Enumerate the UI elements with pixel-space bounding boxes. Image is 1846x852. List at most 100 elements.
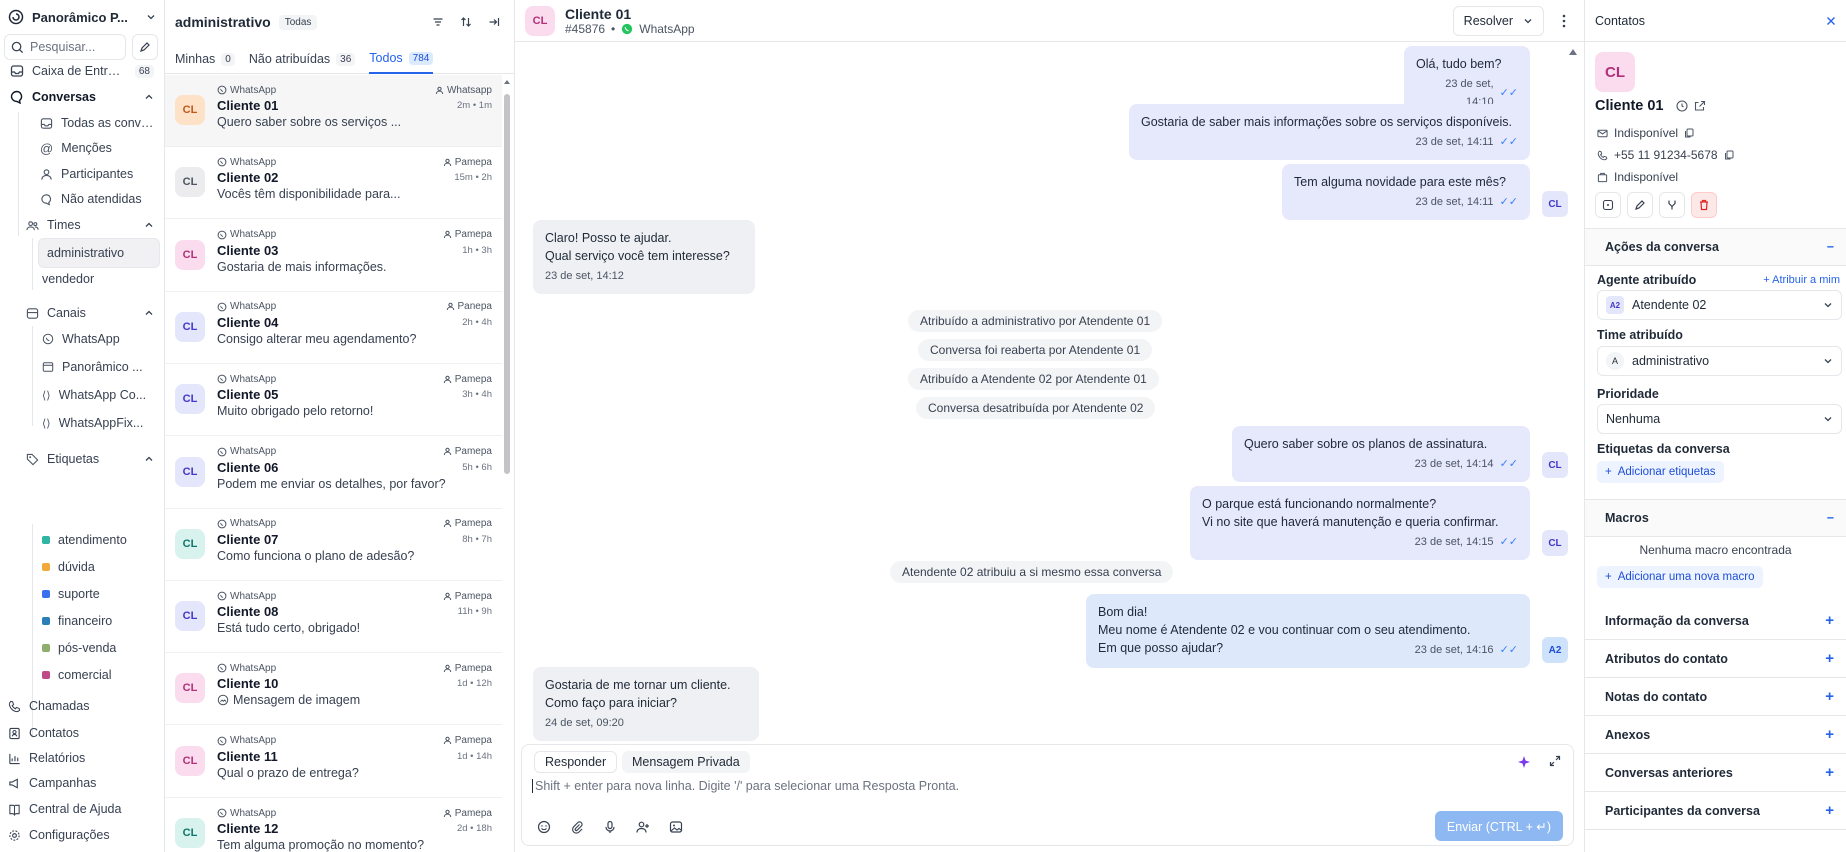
tab-all[interactable]: Todos 784 — [369, 44, 434, 74]
conversation-item[interactable]: CL WhatsApp Pamepa Cliente 12 2d • 18h Tem al… — [165, 798, 502, 852]
sidebar-item-channel-whatsapp[interactable]: WhatsApp — [38, 326, 158, 352]
merge-contact-button[interactable] — [1659, 192, 1685, 218]
compose-button[interactable] — [132, 34, 158, 60]
edit-contact-button[interactable] — [1627, 192, 1653, 218]
user-icon — [443, 736, 452, 745]
user-icon — [443, 230, 452, 239]
sidebar-item-label-0[interactable]: atendimento — [38, 527, 158, 553]
sidebar-item-contacts[interactable]: Contatos — [4, 720, 158, 746]
sidebar-item-team-administrativo[interactable]: administrativo — [38, 238, 160, 268]
search-input[interactable]: Pesquisar... — [4, 34, 126, 60]
tab-reply[interactable]: Responder — [534, 751, 618, 773]
filter-icon[interactable] — [428, 12, 448, 32]
image-icon[interactable] — [666, 817, 686, 837]
sidebar-item-label-3[interactable]: financeiro — [38, 608, 158, 634]
copy-icon[interactable] — [1724, 150, 1734, 160]
add-tags-button[interactable]: + Adicionar etiquetas — [1597, 461, 1724, 483]
status-filter-badge[interactable]: Todas — [278, 14, 318, 30]
avatar: CL — [175, 528, 205, 559]
section-collapsed[interactable]: Notas do contato + — [1585, 678, 1846, 716]
sidebar-item-reports[interactable]: Relatórios — [4, 745, 158, 771]
section-collapsed[interactable]: Anexos + — [1585, 716, 1846, 754]
sidebar-item-teams[interactable]: Times — [22, 212, 158, 238]
priority-select[interactable]: Nenhuma — [1597, 404, 1842, 434]
copy-icon[interactable] — [1684, 128, 1694, 138]
collapse-icon[interactable] — [484, 12, 504, 32]
agent-select[interactable]: A2 Atendente 02 — [1597, 290, 1842, 320]
conversation-item[interactable]: CL WhatsApp Panepa Cliente 04 2h • 4h Consigo… — [165, 292, 502, 364]
list-scrollbar[interactable] — [503, 78, 511, 474]
ai-sparkle-icon[interactable] — [1517, 755, 1531, 769]
conversation-item[interactable]: CL WhatsApp Pamepa Cliente 05 3h • 4h Muito o… — [165, 364, 502, 437]
close-icon[interactable] — [1826, 16, 1836, 26]
tab-mine[interactable]: Minhas 0 — [175, 44, 235, 74]
sidebar-item-label-1[interactable]: dúvida — [38, 554, 158, 580]
emoji-icon[interactable] — [534, 817, 554, 837]
add-macro-button[interactable]: + Adicionar uma nova macro — [1597, 566, 1763, 588]
sidebar-item-participants[interactable]: Participantes — [36, 161, 158, 187]
sidebar-item-conversations[interactable]: Conversas — [6, 84, 158, 110]
sidebar-item-channels[interactable]: Canais — [22, 300, 158, 326]
conversation-item[interactable]: CL WhatsApp Pamepa Cliente 02 15m • 2h Vocês … — [165, 147, 502, 220]
conversation-item[interactable]: CL WhatsApp Pamepa Cliente 08 11h • 9h Está t… — [165, 581, 502, 654]
add-user-icon[interactable] — [633, 817, 653, 837]
sidebar-item-label-4[interactable]: pós-venda — [38, 635, 158, 661]
conversation-item[interactable]: CL WhatsApp Pamepa Cliente 10 1d • 12h Mensag… — [165, 653, 502, 726]
conversation-item[interactable]: CL WhatsApp Pamepa Cliente 06 5h • 6h Podem m… — [165, 437, 502, 509]
account-switcher[interactable]: Panorâmico P... — [0, 0, 164, 34]
sidebar-item-label-2[interactable]: suporte — [38, 581, 158, 607]
section-collapsed[interactable]: Informação da conversa + — [1585, 602, 1846, 640]
scroll-up-arrow-icon[interactable] — [1568, 48, 1578, 56]
more-vertical-icon[interactable] — [1554, 14, 1574, 28]
message-time: 23 de set, 14:14 — [1414, 458, 1494, 470]
section-collapsed[interactable]: Atributos do contato + — [1585, 640, 1846, 678]
tag-icon — [26, 453, 39, 466]
inbox-label: Caixa de Entrada — [32, 64, 127, 78]
sidebar-item-unattended[interactable]: Não atendidas — [36, 186, 158, 212]
tab-private-note[interactable]: Mensagem Privada — [622, 751, 750, 773]
sidebar-item-label-5[interactable]: comercial — [38, 662, 158, 688]
attachment-icon[interactable] — [567, 817, 587, 837]
section-collapsed[interactable]: Conversas anteriores + — [1585, 754, 1846, 792]
sidebar-item-channel-panoramico[interactable]: Panorâmico ... — [38, 354, 158, 380]
sidebar-item-calls[interactable]: Chamadas — [4, 693, 158, 719]
section-macros[interactable]: Macros − — [1585, 499, 1846, 537]
section-collapsed[interactable]: Participantes da conversa + — [1585, 792, 1846, 830]
sidebar-item-campaigns[interactable]: Campanhas — [4, 770, 158, 796]
conversation-item[interactable]: CL WhatsApp Whatsapp Cliente 01 2m • 1m Quero… — [165, 75, 502, 147]
label-name: financeiro — [58, 614, 113, 628]
tab-unassigned[interactable]: Não atribuídas 36 — [249, 44, 356, 74]
sidebar-item-mentions[interactable]: @ Menções — [36, 135, 158, 161]
sidebar-item-settings[interactable]: Configurações — [4, 822, 158, 848]
info-circle-icon[interactable] — [1675, 100, 1688, 112]
conversation-item[interactable]: CL WhatsApp Pamepa Cliente 07 8h • 7h Como fu… — [165, 509, 502, 581]
sidebar-item-channel-whatsappfix[interactable]: ⟨⟩ WhatsAppFix... — [38, 410, 158, 436]
conversation-item[interactable]: CL WhatsApp Pamepa Cliente 03 1h • 3h Gostari… — [165, 220, 502, 292]
delete-contact-button[interactable] — [1691, 192, 1717, 218]
sort-icon[interactable] — [456, 12, 476, 32]
unattended-label: Não atendidas — [61, 192, 142, 206]
conversation-contact-name: Cliente 08 — [217, 604, 279, 620]
user-icon — [443, 447, 452, 456]
section-conversation-actions[interactable]: Ações da conversa − — [1585, 228, 1846, 266]
sidebar-item-labels[interactable]: Etiquetas — [22, 446, 158, 472]
team-select[interactable]: Aadministrativo — [1597, 346, 1842, 376]
sidebar-item-inbox[interactable]: Caixa de Entrada 68 — [6, 58, 158, 84]
conversation-item[interactable]: CL WhatsApp Pamepa Cliente 11 1d • 14h Qual o… — [165, 726, 502, 798]
message-input[interactable]: Shift + enter para nova linha. Digite '/… — [532, 779, 959, 793]
list-scrollbar-thumb[interactable] — [504, 94, 510, 474]
sidebar-item-all-conversations[interactable]: Todas as conver... — [36, 110, 158, 136]
external-link-icon[interactable] — [1694, 100, 1706, 112]
search-icon — [11, 41, 24, 54]
sidebar-item-team-vendedor[interactable]: vendedor — [38, 266, 158, 292]
send-button[interactable]: Enviar (CTRL + ↵) — [1434, 811, 1563, 841]
conversation-agent: Pamepa — [454, 807, 492, 819]
microphone-icon[interactable] — [600, 817, 620, 837]
assign-to-me-link[interactable]: + Atribuir a mim — [1763, 274, 1840, 286]
expand-icon[interactable] — [1549, 755, 1561, 767]
sidebar-item-help-center[interactable]: Central de Ajuda — [4, 796, 158, 822]
new-conversation-button[interactable] — [1595, 192, 1621, 218]
sidebar-item-channel-whatsapp-co[interactable]: ⟨⟩ WhatsApp Co... — [38, 382, 158, 408]
avatar: CL — [175, 456, 205, 487]
resolve-button[interactable]: Resolver — [1452, 5, 1544, 36]
